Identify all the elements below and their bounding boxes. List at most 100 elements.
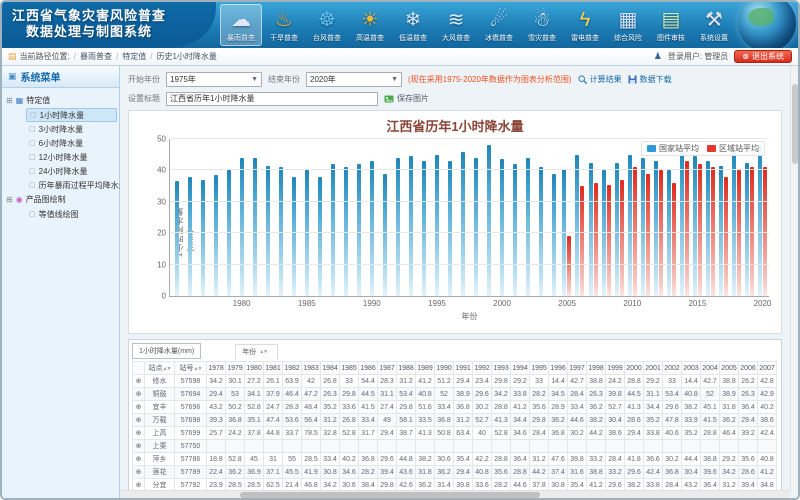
table-header-year-1988[interactable]: 1988 bbox=[397, 362, 416, 375]
table-header-year-2005[interactable]: 2005 bbox=[720, 362, 739, 375]
vertical-scrollbar[interactable] bbox=[790, 66, 798, 490]
row-expand-icon[interactable]: ⊕ bbox=[133, 427, 145, 440]
table-header-year-1985[interactable]: 1985 bbox=[340, 362, 359, 375]
table-header-year-2003[interactable]: 2003 bbox=[682, 362, 701, 375]
bar-national-2019[interactable] bbox=[745, 163, 749, 296]
table-header-station-id[interactable]: 站号▲▼ bbox=[175, 362, 207, 375]
horizontal-scrollbar-thumb[interactable] bbox=[240, 492, 540, 498]
toolbar-item-system-settings[interactable]: ⚒系统设置 bbox=[693, 4, 735, 46]
table-header-year-1992[interactable]: 1992 bbox=[473, 362, 492, 375]
bar-national-1976[interactable] bbox=[188, 177, 192, 296]
bar-national-2014[interactable] bbox=[680, 148, 684, 296]
bar-regional-2005[interactable] bbox=[567, 236, 571, 296]
bar-national-1987[interactable] bbox=[331, 164, 335, 296]
tree-item-1小时降水量[interactable]: ▢1小时降水量 bbox=[26, 108, 117, 122]
bar-national-1998[interactable] bbox=[474, 158, 478, 296]
table-header-year-1996[interactable]: 1996 bbox=[549, 362, 568, 375]
bar-national-1996[interactable] bbox=[448, 161, 452, 296]
table-header-year-2002[interactable]: 2002 bbox=[663, 362, 682, 375]
table-header-year-1999[interactable]: 1999 bbox=[606, 362, 625, 375]
table-header-year-1987[interactable]: 1987 bbox=[378, 362, 397, 375]
download-button[interactable]: 数据下载 bbox=[628, 74, 672, 85]
bar-national-2020[interactable] bbox=[758, 145, 762, 296]
bar-national-2000[interactable] bbox=[500, 159, 504, 296]
toolbar-item-drought-survey[interactable]: ♨干旱普查 bbox=[263, 4, 305, 46]
row-expand-icon[interactable]: ⊕ bbox=[133, 401, 145, 414]
bar-national-1990[interactable] bbox=[370, 161, 374, 296]
bar-national-1979[interactable] bbox=[227, 170, 231, 296]
table-header-year-1979[interactable]: 1979 bbox=[226, 362, 245, 375]
bar-national-2008[interactable] bbox=[602, 170, 606, 296]
breadcrumb-item[interactable]: 特定值 bbox=[122, 52, 146, 61]
table-header-year-1978[interactable]: 1978 bbox=[207, 362, 226, 375]
toolbar-item-wind-survey[interactable]: ≋大风普查 bbox=[435, 4, 477, 46]
bar-national-1980[interactable] bbox=[240, 158, 244, 296]
table-header-year-2001[interactable]: 2001 bbox=[644, 362, 663, 375]
collapse-icon[interactable]: ⊞ bbox=[6, 96, 13, 105]
tree-group-产品图绘制[interactable]: ⊞◉产品图绘制 bbox=[6, 192, 117, 207]
chart-title-input[interactable] bbox=[166, 92, 378, 106]
row-expand-icon[interactable]: ⊕ bbox=[133, 414, 145, 427]
table-header-year-2000[interactable]: 2000 bbox=[625, 362, 644, 375]
toolbar-item-hail-survey[interactable]: ☄冰雹普查 bbox=[478, 4, 520, 46]
table-header-year-1994[interactable]: 1994 bbox=[511, 362, 530, 375]
bar-regional-2012[interactable] bbox=[659, 170, 663, 296]
tree-item-24小时降水量[interactable]: ▢24小时降水量 bbox=[26, 164, 117, 178]
table-header-year-1986[interactable]: 1986 bbox=[359, 362, 378, 375]
bar-national-2010[interactable] bbox=[628, 155, 632, 296]
bar-national-2009[interactable] bbox=[615, 163, 619, 296]
toolbar-item-lightning-survey[interactable]: ϟ雷电普查 bbox=[564, 4, 606, 46]
bar-national-1994[interactable] bbox=[422, 161, 426, 296]
bar-national-2011[interactable] bbox=[641, 158, 645, 296]
table-header-year-1983[interactable]: 1983 bbox=[302, 362, 321, 375]
bar-national-1984[interactable] bbox=[292, 177, 296, 296]
save-image-button[interactable]: 保存图片 bbox=[384, 93, 429, 104]
tree-item-12小时降水量[interactable]: ▢12小时降水量 bbox=[26, 150, 117, 164]
table-header-year-1980[interactable]: 1980 bbox=[245, 362, 264, 375]
breadcrumb-item[interactable]: 历史1小时降水量 bbox=[156, 52, 216, 61]
bar-national-1986[interactable] bbox=[318, 177, 322, 296]
table-header-year-1989[interactable]: 1989 bbox=[416, 362, 435, 375]
table-header-year-1991[interactable]: 1991 bbox=[454, 362, 473, 375]
table-header-year-1982[interactable]: 1982 bbox=[283, 362, 302, 375]
legend-item-区域站平均[interactable]: 区域站平均 bbox=[707, 143, 759, 154]
table-filter-box[interactable]: 1小时降水量(mm) bbox=[132, 343, 201, 359]
bar-national-1997[interactable] bbox=[461, 152, 465, 296]
collapse-icon[interactable]: ⊞ bbox=[6, 195, 13, 204]
bar-regional-2006[interactable] bbox=[580, 186, 584, 296]
row-expand-icon[interactable]: ⊕ bbox=[133, 388, 145, 401]
toolbar-item-map-review[interactable]: ▤图件审核 bbox=[650, 4, 692, 46]
end-year-select[interactable]: 2020年 ▼ bbox=[306, 72, 402, 87]
bar-national-1982[interactable] bbox=[266, 166, 270, 296]
table-header-year-1990[interactable]: 1990 bbox=[435, 362, 454, 375]
bar-national-2018[interactable] bbox=[732, 152, 736, 296]
tree-item-历年暴雨过程平均降水量[interactable]: ▢历年暴雨过程平均降水量 bbox=[26, 178, 117, 192]
bar-regional-2018[interactable] bbox=[737, 170, 741, 296]
bar-national-2007[interactable] bbox=[589, 163, 593, 296]
bar-regional-2015[interactable] bbox=[698, 164, 702, 296]
bar-national-1992[interactable] bbox=[396, 158, 400, 296]
tree-group-特定值[interactable]: ⊞▦特定值 bbox=[6, 93, 117, 108]
table-header-year-1995[interactable]: 1995 bbox=[530, 362, 549, 375]
bar-national-2017[interactable] bbox=[719, 166, 723, 296]
row-expand-icon[interactable]: ⊕ bbox=[133, 440, 145, 453]
bar-regional-2014[interactable] bbox=[685, 161, 689, 296]
bar-national-2016[interactable] bbox=[706, 161, 710, 296]
bar-national-1977[interactable] bbox=[201, 180, 205, 296]
table-header-year-1998[interactable]: 1998 bbox=[587, 362, 606, 375]
bar-national-1991[interactable] bbox=[383, 174, 387, 296]
table-header-year-1981[interactable]: 1981 bbox=[264, 362, 283, 375]
bar-national-1978[interactable] bbox=[214, 175, 218, 296]
bar-national-2001[interactable] bbox=[513, 164, 517, 296]
year-group-header[interactable]: 年份 ▲▼ bbox=[235, 344, 278, 359]
bar-national-1989[interactable] bbox=[357, 164, 361, 296]
bar-national-1999[interactable] bbox=[487, 145, 491, 296]
bar-national-2006[interactable] bbox=[575, 155, 579, 296]
start-year-select[interactable]: 1975年 ▼ bbox=[166, 72, 262, 87]
toolbar-item-snow-survey[interactable]: ☃雪灾普查 bbox=[521, 4, 563, 46]
horizontal-scrollbar[interactable] bbox=[120, 490, 790, 498]
bar-national-1995[interactable] bbox=[435, 155, 439, 296]
vertical-scrollbar-thumb[interactable] bbox=[792, 84, 798, 164]
bar-national-2004[interactable] bbox=[552, 174, 556, 296]
breadcrumb-item[interactable]: 暴雨普查 bbox=[80, 52, 112, 61]
